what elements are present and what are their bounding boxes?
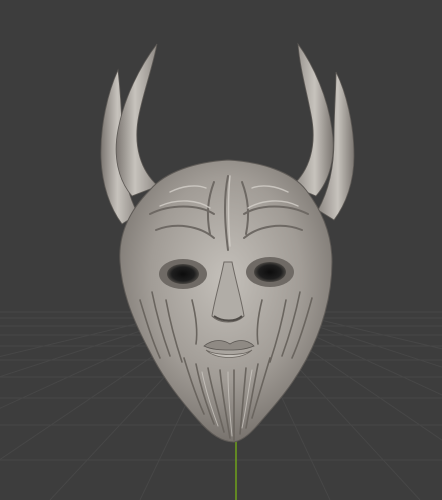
left-eye-hole	[167, 264, 199, 284]
right-eye-hole	[254, 262, 286, 282]
3d-viewport[interactable]	[0, 0, 442, 500]
left-inner-horn	[115, 43, 159, 197]
mask-model[interactable]	[100, 42, 355, 443]
viewport-canvas[interactable]	[0, 0, 442, 500]
right-inner-horn	[291, 42, 334, 197]
